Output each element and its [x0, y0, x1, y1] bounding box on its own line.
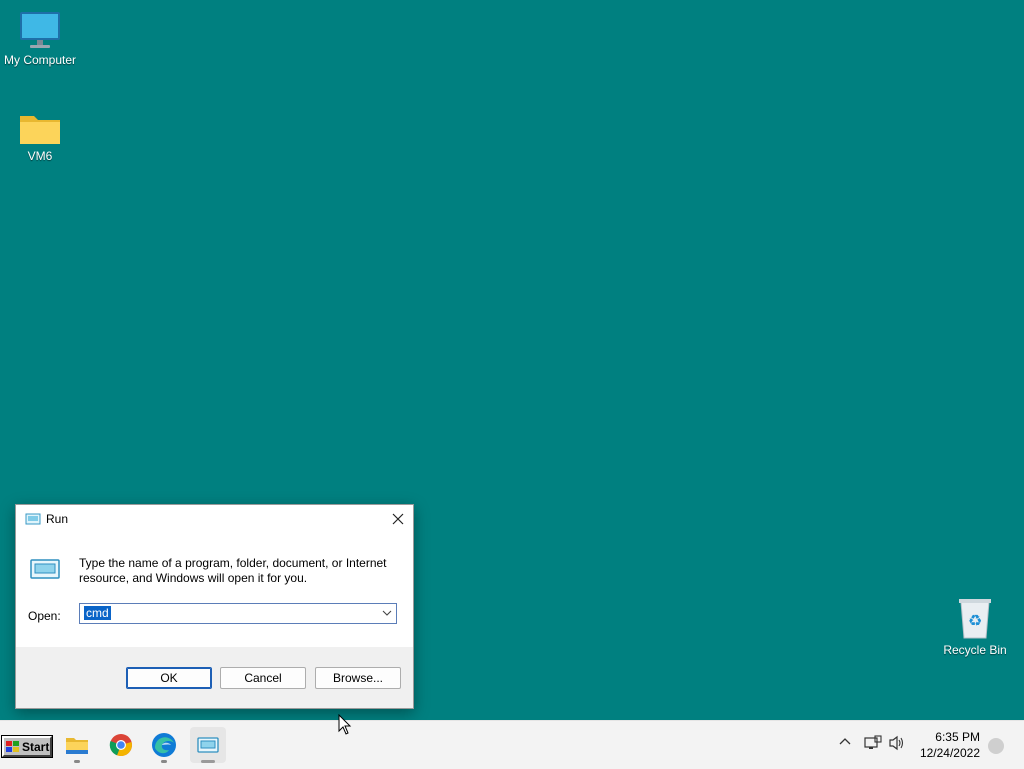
clock-time: 6:35 PM [935, 730, 980, 744]
desktop-icon-label: My Computer [3, 53, 77, 67]
run-dialog: Run Type the name of a program, folder, … [15, 504, 414, 709]
run-icon [25, 513, 41, 525]
edge-icon [152, 733, 176, 757]
desktop-icon-label: Recycle Bin [943, 643, 1007, 657]
run-dialog-body: Type the name of a program, folder, docu… [16, 533, 413, 647]
open-label: Open: [28, 609, 61, 623]
desktop-icon-recycle-bin[interactable]: ♻ Recycle Bin [935, 596, 1015, 657]
ok-button[interactable]: OK [126, 667, 212, 689]
volume-icon[interactable] [888, 735, 906, 751]
file-explorer-icon [66, 738, 88, 754]
clock[interactable]: 6:35 PM 12/24/2022 [920, 729, 980, 761]
running-indicator [161, 760, 167, 763]
run-icon [197, 737, 219, 753]
desktop-icon-my-computer[interactable]: My Computer [0, 10, 80, 67]
notification-icon[interactable] [988, 738, 1004, 754]
run-dialog-title: Run [46, 512, 69, 526]
close-icon [392, 513, 404, 525]
monitor-icon [20, 12, 60, 48]
svg-text:♻: ♻ [968, 611, 982, 630]
run-dialog-footer: OK Cancel Browse... [16, 647, 413, 708]
open-input-value[interactable]: cmd [84, 606, 111, 620]
desktop-icon-vm6[interactable]: VM6 [0, 110, 80, 163]
browse-button[interactable]: Browse... [315, 667, 401, 689]
running-indicator [74, 760, 80, 763]
run-description: Type the name of a program, folder, docu… [79, 556, 387, 585]
chevron-up-icon[interactable] [838, 735, 852, 749]
open-combobox[interactable]: cmd [79, 603, 397, 624]
network-icon[interactable] [864, 735, 882, 751]
start-button[interactable]: Start [1, 735, 53, 758]
taskbar-edge[interactable] [146, 727, 182, 763]
desktop-icon-label: VM6 [27, 149, 53, 163]
chevron-down-icon[interactable] [382, 609, 392, 617]
folder-icon [20, 116, 60, 144]
windows-logo-icon [6, 740, 19, 752]
taskbar-run[interactable] [190, 727, 226, 763]
run-large-icon [30, 559, 60, 579]
taskbar: Start 6:35 PM 12/24/2022 [0, 720, 1024, 769]
cancel-button[interactable]: Cancel [220, 667, 306, 689]
clock-date: 12/24/2022 [919, 746, 980, 760]
run-dialog-titlebar[interactable]: Run [16, 505, 413, 533]
recycle-bin-icon: ♻ [959, 599, 991, 639]
mouse-cursor-icon [338, 714, 352, 735]
running-indicator [201, 760, 215, 763]
taskbar-chrome[interactable] [103, 727, 139, 763]
start-label: Start [22, 739, 50, 754]
chrome-icon [109, 734, 132, 757]
close-button[interactable] [383, 505, 413, 533]
taskbar-file-explorer[interactable] [59, 727, 95, 763]
